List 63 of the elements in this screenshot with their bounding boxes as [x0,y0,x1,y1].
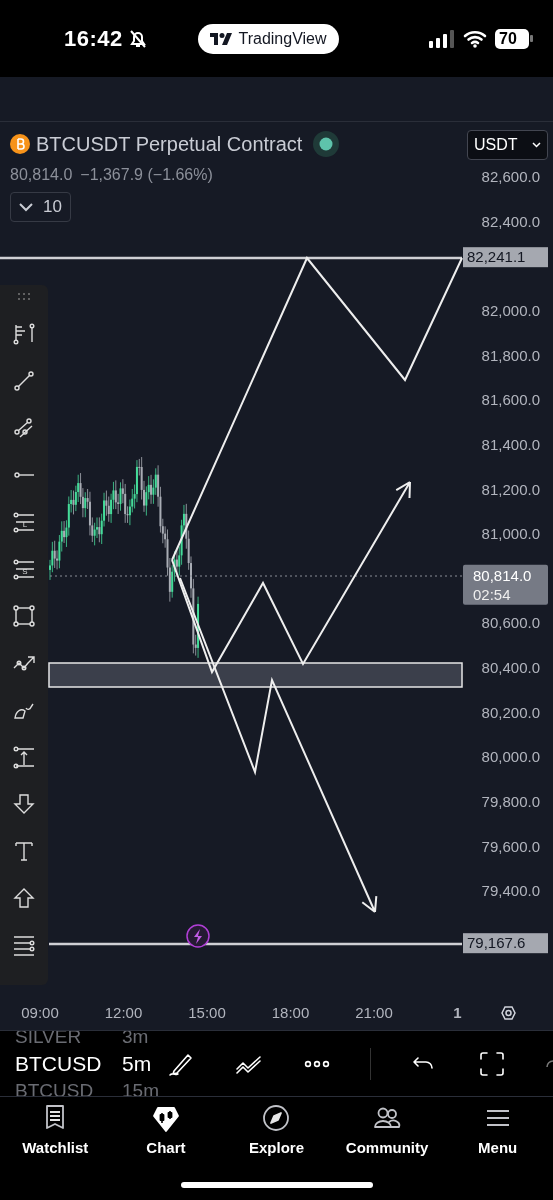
chevron-down-icon [19,202,33,212]
indicators-toggle[interactable]: 10 [10,192,71,222]
chevron-down-icon [532,142,541,148]
trend-line-icon[interactable] [12,369,36,393]
price-level-label: 82,241.1 [463,247,548,268]
app-pill[interactable]: TradingView [198,23,339,54]
arrow-up-icon[interactable] [12,886,36,910]
interval-option[interactable]: 5m [122,1050,152,1077]
currency-dropdown[interactable]: USDT [467,130,548,160]
price-axis-label: 80,600.0 [481,614,540,632]
status-dot-icon [312,130,341,158]
nav-tab[interactable]: Watchlist [0,1103,111,1156]
time-axis-label: 1 [453,1004,462,1021]
price-axis-label: 82,600.0 [481,168,540,186]
price-axis-label: 81,800.0 [481,346,540,364]
symbol-option[interactable]: BTCUSD [15,1050,122,1077]
nav-tab[interactable]: Menu [442,1103,553,1156]
price-axis-label: 81,200.0 [481,480,540,498]
nav-tab[interactable]: Explore [221,1103,332,1156]
nav-tab[interactable]: Chart [110,1103,222,1156]
price-change: −1,367.9 (−1.66%) [80,166,213,184]
time-axis-label: 09:00 [21,1004,59,1021]
time-axis-label: 18:00 [271,1004,310,1021]
price-range-band[interactable] [48,662,463,688]
price-axis-label: 82,000.0 [481,302,540,319]
lightning-icon[interactable] [186,924,210,948]
time-axis-label: 12:00 [104,1004,143,1021]
bitcoin-icon [10,134,30,154]
price-axis-label: 80,400.0 [481,659,540,677]
price-axis-label: 81,600.0 [481,391,540,409]
zigzag-arrow[interactable] [179,577,378,913]
last-price-label: 80,814.0 02:54 [463,564,548,605]
arrow-down-icon[interactable] [12,792,36,816]
price-axis-label: 81,000.0 [481,525,540,543]
price-axis-label: 82,400.0 [481,212,540,230]
levels-icon[interactable] [12,933,36,957]
price-axis-label: 81,400.0 [481,435,540,453]
rectangle-icon[interactable] [12,604,36,628]
zigzag-line[interactable] [171,256,463,561]
logo-icon [210,32,233,45]
text-tool-icon[interactable] [12,839,36,863]
price-level-label: 79,167.6 [463,933,548,954]
price-axis-label: 79,400.0 [481,882,540,900]
symbol-title: BTCUSDT Perpetual Contract [36,132,303,156]
time-axis-label: 15:00 [188,1004,226,1021]
signal-icon [429,29,455,48]
measure-icon[interactable] [12,745,36,769]
horizontal-line[interactable] [49,942,462,946]
price-axis-label: 79,600.0 [481,837,540,855]
price-axis-label: 80,200.0 [481,703,540,721]
price-axis-label: 80,000.0 [481,748,540,766]
price-axis-label: 79,800.0 [481,793,540,811]
bell-muted-icon [128,28,147,49]
zigzag-arrow[interactable] [171,481,411,675]
settings-icon[interactable] [501,1006,516,1020]
time-axis-label: 21:00 [355,1004,393,1021]
battery-indicator: 70 [495,28,533,49]
last-price: 80,814.0 [10,166,73,184]
fib-levels-icon[interactable] [12,322,36,346]
nav-tab[interactable]: Community [331,1103,443,1156]
wifi-icon [463,29,487,48]
horizontal-line[interactable] [0,256,462,260]
clock-time: 16:42 [64,25,123,52]
